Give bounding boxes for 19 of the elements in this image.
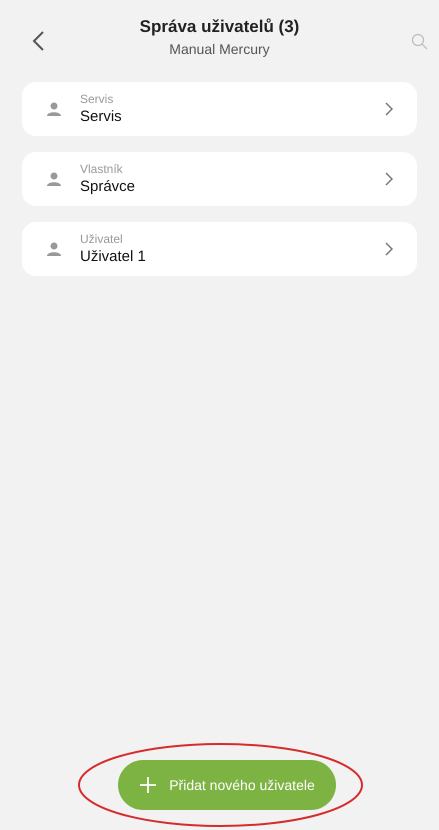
chevron-right-icon — [385, 102, 393, 116]
person-icon — [46, 102, 62, 116]
user-card[interactable]: Vlastník Správce — [22, 152, 417, 206]
page-subtitle: Manual Mercury — [169, 40, 270, 60]
user-name: Servis — [80, 107, 123, 126]
person-icon — [46, 172, 62, 186]
user-card[interactable]: Uživatel Uživatel 1 — [22, 222, 417, 276]
chevron-right-icon — [385, 242, 393, 256]
user-name: Správce — [80, 177, 136, 196]
user-name: Uživatel 1 — [80, 247, 147, 266]
page-title: Správa uživatelů (3) — [140, 16, 300, 38]
back-icon[interactable] — [31, 30, 45, 52]
plus-icon — [139, 776, 158, 794]
user-role: Servis — [80, 92, 114, 107]
person-icon — [46, 242, 62, 256]
user-role: Uživatel — [80, 232, 124, 247]
user-role: Vlastník — [80, 162, 124, 177]
chevron-right-icon — [385, 172, 393, 186]
user-card[interactable]: Servis Servis — [22, 82, 417, 136]
